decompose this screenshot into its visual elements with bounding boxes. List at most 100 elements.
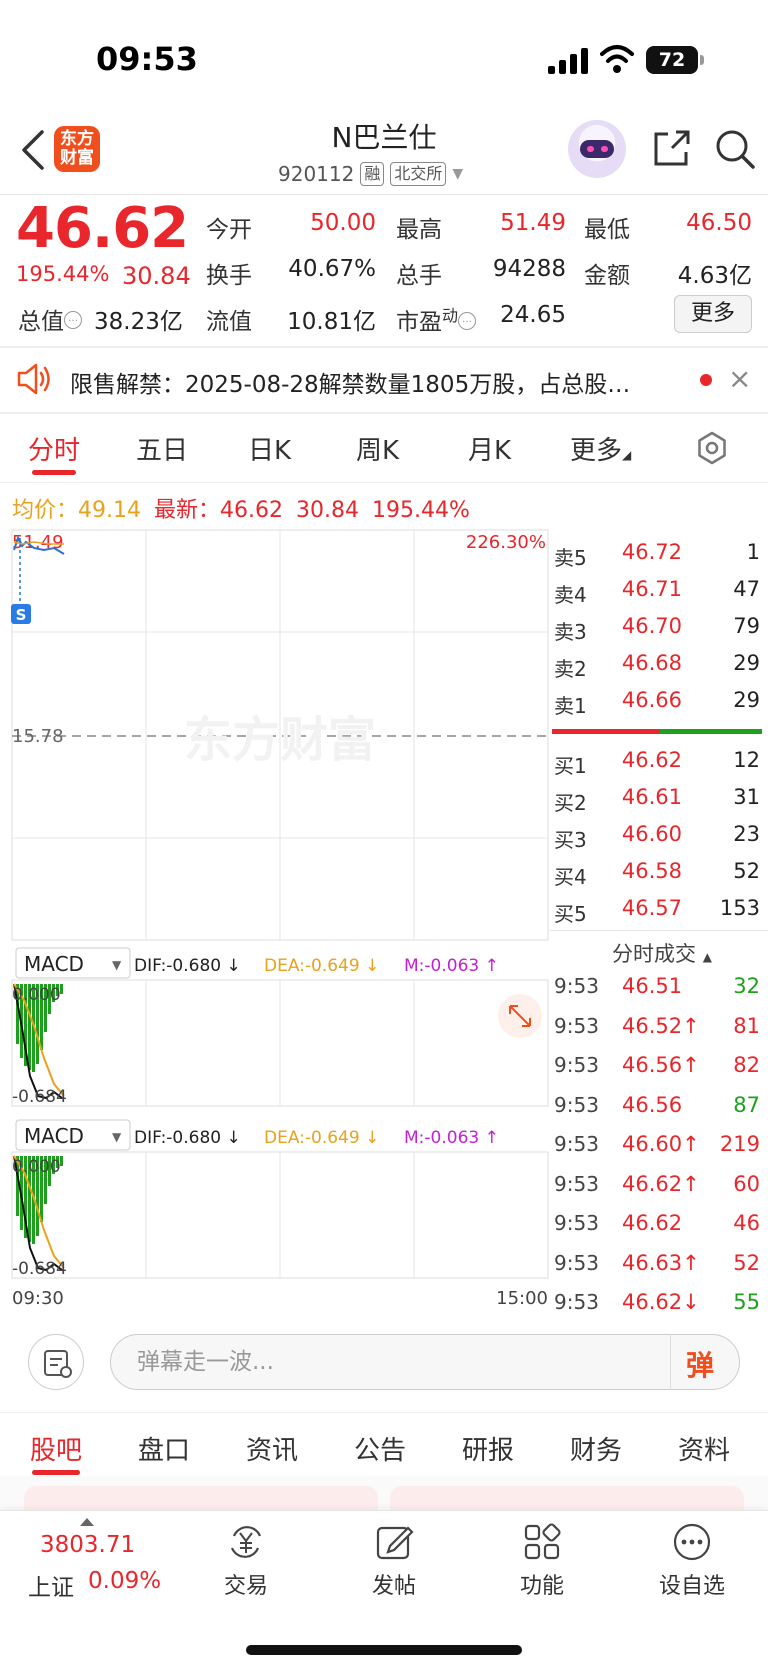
more-dots-icon[interactable] [672, 1522, 712, 1562]
tab-level2[interactable]: 盘口 [138, 1430, 190, 1467]
corner-caret-icon: ◢ [622, 448, 632, 462]
order-book-price[interactable]: 46.72 [620, 540, 682, 564]
order-book-volume: 29 [733, 651, 760, 675]
latest-change-pct: 195.44% [371, 498, 470, 523]
time-axis-end: 15:00 [496, 1288, 548, 1309]
order-book-volume: 1 [746, 540, 760, 564]
tick-price: 46.56 [622, 1092, 683, 1117]
low-value: 46.50 [686, 210, 752, 236]
order-book-volume: 52 [733, 859, 760, 883]
speaker-icon [17, 363, 50, 395]
tab-news[interactable]: 资讯 [246, 1430, 298, 1467]
more-quote-button[interactable]: 更多 [674, 295, 752, 333]
tick-time: 9:53 [554, 1092, 599, 1117]
order-book-volume: 153 [719, 896, 760, 920]
tab-five-day[interactable]: 五日 [136, 430, 188, 467]
feed-card[interactable] [24, 1486, 378, 1510]
danmu-icon[interactable]: 弹 [686, 1344, 714, 1384]
chart-high-pct-label: 226.30% [466, 532, 546, 553]
order-book-price[interactable]: 46.71 [620, 577, 682, 601]
index-value[interactable]: 3803.71 [40, 1532, 135, 1558]
order-book-price[interactable]: 46.62 [620, 748, 682, 772]
notice-text[interactable]: 限售解禁：2025-08-28解禁数量1805万股，占总股… [70, 365, 680, 399]
amount-label: 金额 [584, 263, 630, 289]
tab-research[interactable]: 研报 [462, 1430, 514, 1467]
turnover-label: 换手 [206, 263, 252, 289]
tick-time: 9:53 [554, 1250, 599, 1275]
order-book-price[interactable]: 46.70 [620, 614, 682, 638]
tick-volume: 52 [733, 1250, 760, 1275]
order-book-price[interactable]: 46.60 [620, 822, 682, 846]
watermark: 东方财富 [184, 712, 376, 768]
danmu-input[interactable]: 弹幕走一波... [110, 1334, 740, 1390]
tick-list-title[interactable]: 分时成交 ▲ [612, 938, 712, 968]
cellular-signal-icon [548, 48, 588, 74]
pe-value: 24.65 [500, 302, 566, 328]
gear-icon[interactable] [694, 430, 730, 466]
divider [0, 412, 768, 414]
tab-financials[interactable]: 财务 [570, 1430, 622, 1467]
tick-price: 46.52↑ [622, 1013, 700, 1038]
exchange-tag: 北交所 [390, 162, 447, 186]
feed-card[interactable] [390, 1486, 744, 1510]
info-icon[interactable]: … [458, 311, 477, 330]
info-icon[interactable]: … [64, 311, 82, 329]
pe-label: 市盈动… [396, 302, 477, 337]
comment-list-button[interactable] [28, 1334, 84, 1390]
active-tab-indicator [32, 470, 76, 475]
tabbar-watchlist[interactable]: 设自选 [642, 1568, 742, 1600]
macd-top-label: 0.000 [12, 1157, 61, 1177]
macd-dea: DEA:-0.649 ↓ [264, 956, 379, 976]
tab-profile[interactable]: 资料 [678, 1430, 730, 1467]
trade-icon[interactable] [226, 1522, 266, 1562]
order-book-price[interactable]: 46.57 [620, 896, 682, 920]
tick-volume: 46 [733, 1211, 760, 1235]
order-book-level-label: 买3 [554, 828, 587, 852]
index-name[interactable]: 上证 [28, 1568, 74, 1602]
order-book-price[interactable]: 46.68 [620, 651, 682, 675]
turnover-value: 40.67% [288, 256, 376, 282]
order-book-price[interactable]: 46.61 [620, 785, 682, 809]
expand-up-icon[interactable] [80, 1518, 94, 1526]
float-cap-value: 10.81亿 [287, 309, 376, 335]
order-book-level-label: 卖3 [554, 620, 587, 644]
tabbar-trade[interactable]: 交易 [196, 1568, 296, 1600]
tabbar-functions[interactable]: 功能 [492, 1568, 592, 1600]
compose-icon[interactable] [374, 1522, 414, 1562]
change-amount: 30.84 [122, 262, 191, 290]
tick-time: 9:53 [554, 1290, 599, 1314]
stock-code-row[interactable]: 920112 融 北交所 ▼ [278, 160, 463, 188]
chart-mid-label: 15.78 [12, 726, 64, 747]
order-book-price[interactable]: 46.66 [620, 688, 682, 712]
tab-announcements[interactable]: 公告 [354, 1430, 406, 1467]
svg-text:MACD: MACD [24, 952, 84, 976]
tab-forum[interactable]: 股吧 [30, 1430, 82, 1467]
tick-price: 46.51 [622, 974, 683, 998]
tab-monthly-k[interactable]: 月K [468, 430, 511, 467]
active-tab-indicator [32, 1470, 80, 1475]
divider [0, 194, 768, 195]
tabbar-post[interactable]: 发帖 [344, 1568, 444, 1600]
tick-price: 46.62 [622, 1211, 683, 1235]
tick-time: 9:53 [554, 1132, 599, 1156]
tab-daily-k[interactable]: 日K [248, 430, 291, 467]
svg-text:S: S [16, 606, 27, 624]
intraday-chart[interactable]: 东方财富 51.49 226.30% 15.78 S MACD ▼ DIF:-0… [0, 528, 550, 1318]
grid-functions-icon[interactable] [522, 1522, 562, 1562]
tick-volume: 81 [733, 1013, 760, 1038]
search-icon[interactable] [714, 128, 756, 170]
tab-intraday[interactable]: 分时 [28, 430, 80, 467]
dropdown-caret-icon[interactable]: ▼ [452, 166, 463, 182]
svg-text:MACD: MACD [24, 1124, 84, 1148]
low-label: 最低 [584, 217, 630, 243]
order-book-level-label: 卖2 [554, 657, 587, 681]
tab-more[interactable]: 更多◢ [570, 430, 631, 467]
time-axis-start: 09:30 [12, 1288, 64, 1309]
market-cap-value: 38.23亿 [94, 309, 183, 335]
robot-eye-icon [601, 146, 608, 152]
index-change-pct[interactable]: 0.09% [88, 1568, 161, 1594]
tab-weekly-k[interactable]: 周K [356, 430, 399, 467]
share-icon[interactable] [650, 128, 692, 170]
close-icon[interactable]: × [728, 362, 751, 395]
order-book-price[interactable]: 46.58 [620, 859, 682, 883]
